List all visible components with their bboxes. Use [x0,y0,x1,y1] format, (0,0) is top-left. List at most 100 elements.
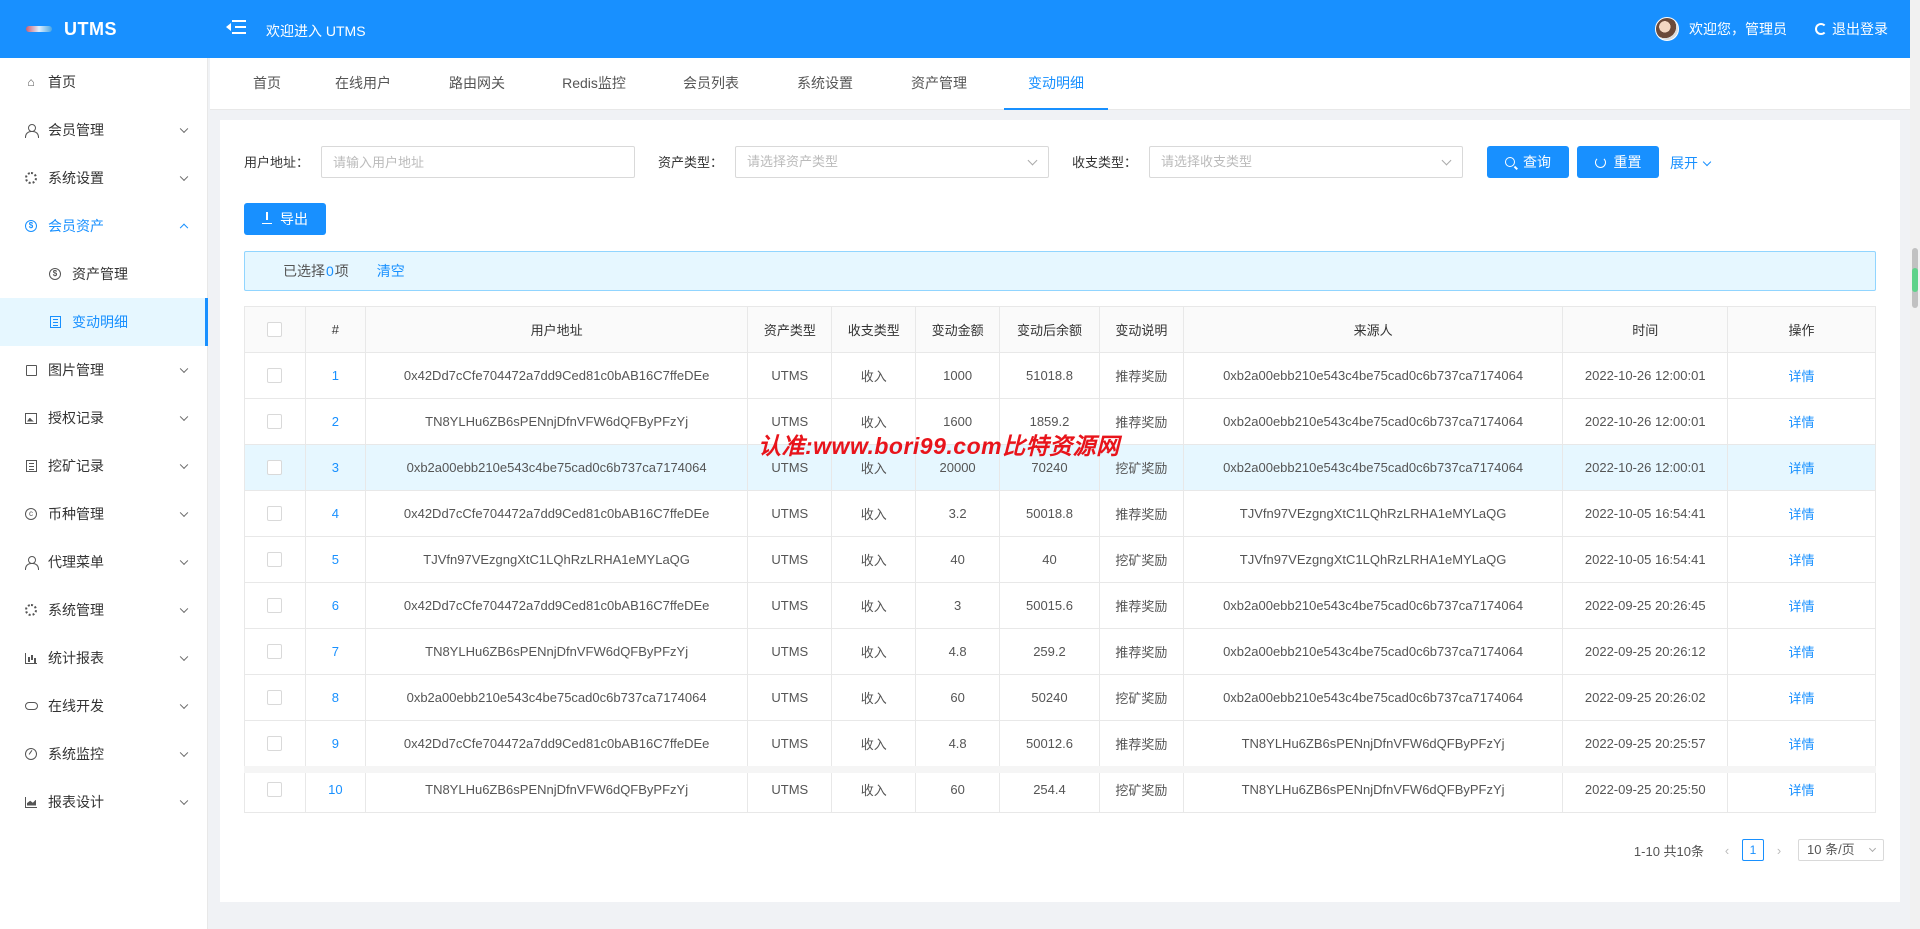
table-cell: 254.4 [1000,767,1100,812]
table-cell: UTMS [748,767,833,812]
sidebar-item-currency-management[interactable]: c 币种管理 [0,490,207,538]
tab-route-gateway[interactable]: 路由网关 [442,58,512,110]
table-row[interactable]: 5 TJVfn97VEzgngXtC1LQhRzLRHA1eMYLaQG UTMS 收… [245,537,1875,583]
table-cell: 51018.8 [1000,353,1100,398]
menu-fold-icon[interactable] [226,17,248,37]
tab-redis-monitor[interactable]: Redis监控 [556,58,632,110]
table-row[interactable]: 6 0x42Dd7cCfe704472a7dd9Ced81c0bAB16C7ffe… [245,583,1875,629]
row-checkbox[interactable] [267,736,283,751]
logout-button[interactable]: 退出登录 [1815,19,1888,39]
table-cell: UTMS [748,721,833,766]
tab-online-users[interactable]: 在线用户 [328,58,398,110]
table-cell: 2022-10-05 16:54:41 [1563,537,1729,582]
sidebar-item-auth-records[interactable]: 授权记录 [0,394,207,442]
table-row[interactable]: 8 0xb2a00ebb210e543c4be75cad0c6b737ca7174… [245,675,1875,721]
row-checkbox[interactable] [267,690,283,705]
detail-link[interactable]: 详情 [1728,491,1875,536]
row-checkbox[interactable] [267,598,283,613]
download-icon [262,212,272,224]
tab-system-settings[interactable]: 系统设置 [790,58,860,110]
sidebar-item-home[interactable]: ⌂ 首页 [0,58,207,106]
sidebar-item-statistics[interactable]: 统计报表 [0,634,207,682]
page-size-select[interactable]: 10 条/页 [1798,839,1884,861]
detail-link[interactable]: 详情 [1728,675,1875,720]
sidebar-item-system-monitor[interactable]: 系统监控 [0,730,207,778]
avatar[interactable] [1655,17,1679,41]
tab-home[interactable]: 首页 [238,58,296,110]
table-cell: 推荐奖励 [1100,629,1184,674]
page-number[interactable]: 1 [1742,839,1764,861]
sidebar-item-agent-menu[interactable]: 代理菜单 [0,538,207,586]
header-cell: 变动说明 [1100,307,1184,352]
selection-suffix: 项 [334,263,349,279]
tab-bar: 首页 在线用户 路由网关 Redis监控 会员列表 系统设置 资产管理 变动明细 [210,58,1910,110]
tab-asset-management[interactable]: 资产管理 [904,58,974,110]
table-row[interactable]: 10 TN8YLHu6ZB6sPENnjDfnVFW6dQFByPFzYj UTMS… [245,767,1875,813]
table-cell: 挖矿奖励 [1100,675,1184,720]
user-greeting[interactable]: 欢迎您，管理员 [1689,19,1787,39]
sidebar-item-member-assets[interactable]: $ 会员资产 [0,202,207,250]
tab-member-list[interactable]: 会员列表 [676,58,746,110]
detail-link[interactable]: 详情 [1728,399,1875,444]
row-checkbox[interactable] [267,552,283,567]
sidebar-item-image-management[interactable]: 图片管理 [0,346,207,394]
row-checkbox[interactable] [267,460,283,475]
next-page-icon[interactable]: › [1768,843,1790,858]
row-index: 6 [306,583,366,628]
expand-link[interactable]: 展开 [1670,153,1712,173]
detail-link[interactable]: 详情 [1728,537,1875,582]
table-cell: 0xb2a00ebb210e543c4be75cad0c6b737ca71740… [1184,675,1564,720]
sidebar-item-mining-records[interactable]: 挖矿记录 [0,442,207,490]
chevron-down-icon [179,796,189,806]
gear-icon [24,171,38,185]
detail-link[interactable]: 详情 [1728,353,1875,398]
sidebar-item-online-dev[interactable]: 在线开发 [0,682,207,730]
export-button[interactable]: 导出 [244,203,326,235]
table-row[interactable]: 4 0x42Dd7cCfe704472a7dd9Ced81c0bAB16C7ffe… [245,491,1875,537]
scrollbar-thumb[interactable] [1912,248,1918,308]
sidebar-item-label: 图片管理 [48,362,104,378]
detail-link[interactable]: 详情 [1728,721,1875,766]
search-button-label: 查询 [1523,154,1551,170]
sidebar-item-member-management[interactable]: 会员管理 [0,106,207,154]
table-cell: 50018.8 [1000,491,1100,536]
table-horizontal-scrollbar[interactable] [244,766,1876,773]
sidebar-item-report-design[interactable]: 报表设计 [0,778,207,826]
select-all-checkbox[interactable] [267,322,283,337]
detail-link[interactable]: 详情 [1728,445,1875,490]
row-checkbox[interactable] [267,506,283,521]
page-scrollbar[interactable] [1910,0,1920,929]
clear-selection-link[interactable]: 清空 [377,261,405,281]
row-checkbox[interactable] [267,368,283,383]
table-row[interactable]: 7 TN8YLHu6ZB6sPENnjDfnVFW6dQFByPFzYj UTMS 收… [245,629,1875,675]
detail-link[interactable]: 详情 [1728,767,1875,812]
asset-type-select[interactable]: 请选择资产类型 [735,146,1049,178]
dollar-icon: $ [24,219,38,233]
sidebar-item-change-details[interactable]: 变动明细 [0,298,208,346]
table-row[interactable]: 1 0x42Dd7cCfe704472a7dd9Ced81c0bAB16C7ffe… [245,353,1875,399]
reset-button[interactable]: 重置 [1577,146,1659,178]
home-icon: ⌂ [27,75,35,89]
search-button[interactable]: 查询 [1487,146,1569,178]
detail-link[interactable]: 详情 [1728,583,1875,628]
table-cell: 2022-09-25 20:26:45 [1563,583,1729,628]
prev-page-icon[interactable]: ‹ [1716,843,1738,858]
detail-link[interactable]: 详情 [1728,629,1875,674]
sidebar-item-asset-management[interactable]: $ 资产管理 [0,250,207,298]
table-cell: 0xb2a00ebb210e543c4be75cad0c6b737ca71740… [1184,399,1564,444]
search-form: 用户地址： 资产类型： 请选择资产类型 收支类型： 请选择收支类型 查询 重置 … [244,146,1884,178]
sidebar-item-label: 系统监控 [48,746,104,762]
table-cell: 60 [916,767,1001,812]
row-checkbox[interactable] [267,782,283,797]
row-checkbox[interactable] [267,414,283,429]
address-input[interactable] [321,146,635,178]
tab-change-details[interactable]: 变动明细 [1004,58,1108,110]
table-cell: 0xb2a00ebb210e543c4be75cad0c6b737ca71740… [366,675,749,720]
table-row[interactable]: 9 0x42Dd7cCfe704472a7dd9Ced81c0bAB16C7ffe… [245,721,1875,767]
header-cell: 操作 [1788,323,1815,338]
io-type-select[interactable]: 请选择收支类型 [1149,146,1463,178]
sidebar-item-system-management[interactable]: 系统管理 [0,586,207,634]
sidebar-item-system-settings[interactable]: 系统设置 [0,154,207,202]
app-logo[interactable]: UTMS [0,0,208,58]
row-checkbox[interactable] [267,644,283,659]
